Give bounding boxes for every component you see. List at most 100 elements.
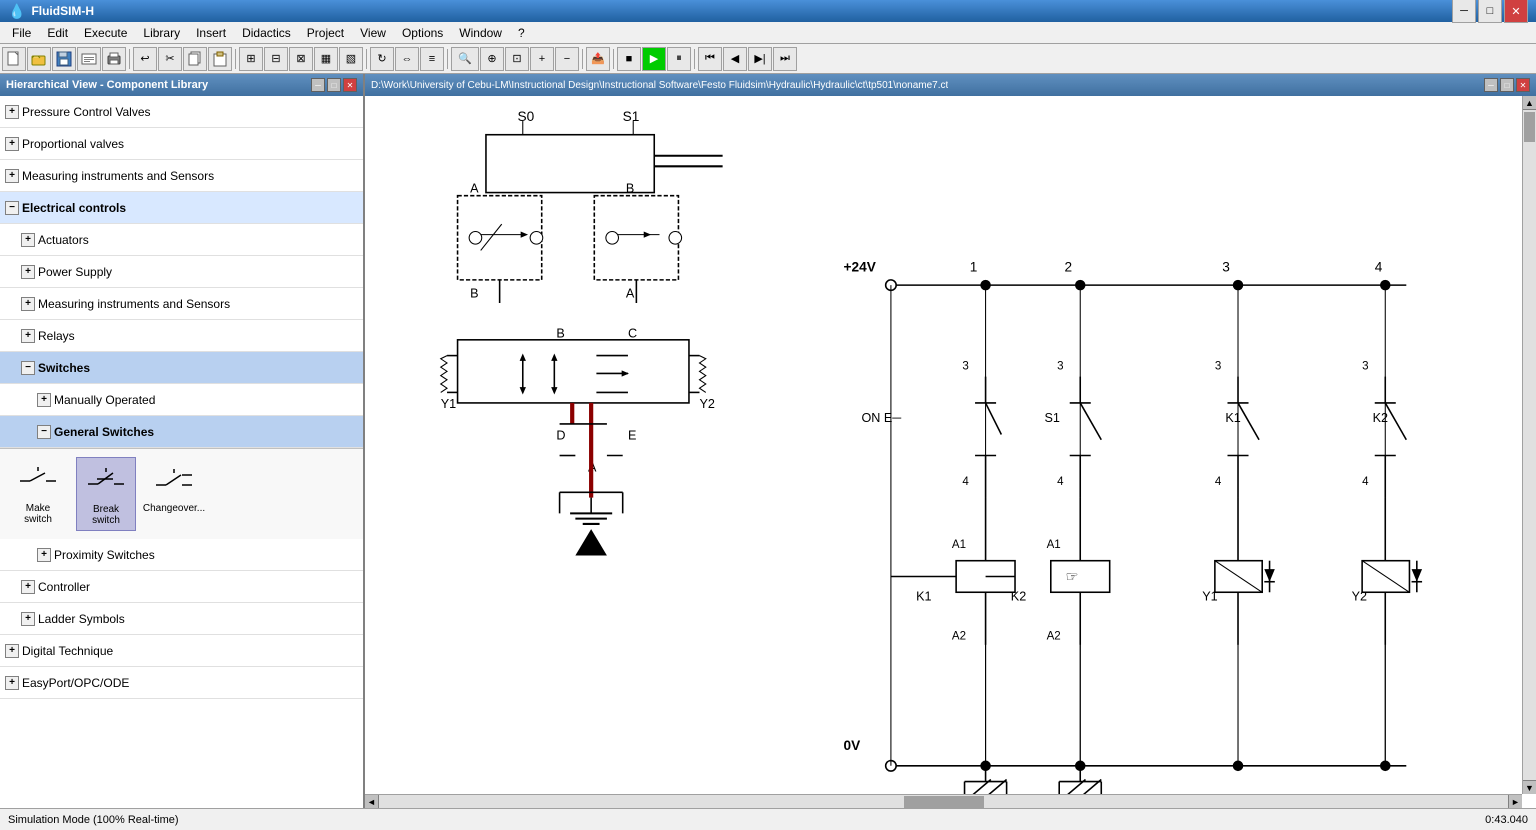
play-button[interactable]: ▶ [642,47,666,71]
tree-toggle-digital[interactable]: + [4,643,20,659]
svg-text:K2: K2 [1373,411,1388,425]
rotate-button[interactable]: ↻ [370,47,394,71]
tree-toggle-manually[interactable]: + [36,392,52,408]
group-button[interactable]: ▦ [314,47,338,71]
tree-item-easyport[interactable]: + EasyPort/OPC/ODE [0,667,363,699]
tree-item-proportional[interactable]: + Proportional valves [0,128,363,160]
new-button[interactable] [2,47,26,71]
make-switch-label: Make switch [12,503,64,525]
tree-toggle-proportional[interactable]: + [4,136,20,152]
menu-file[interactable]: File [4,22,39,43]
menu-view[interactable]: View [352,22,394,43]
align-left-button[interactable]: ⊞ [239,47,263,71]
paste-button[interactable] [208,47,232,71]
s0-label: S0 [518,109,535,124]
step-back-button[interactable]: ◀ [723,47,747,71]
tree-item-digital[interactable]: + Digital Technique [0,635,363,667]
tree-item-manually[interactable]: + Manually Operated [0,384,363,416]
tree-item-proximity[interactable]: + Proximity Switches [0,539,363,571]
tree-toggle-switches[interactable]: − [20,360,36,376]
menu-execute[interactable]: Execute [76,22,135,43]
align-right-button[interactable]: ⊠ [289,47,313,71]
tree-toggle-ladder[interactable]: + [20,611,36,627]
tree-toggle-measuring-top[interactable]: + [4,168,20,184]
maximize-button[interactable]: □ [1478,0,1502,23]
copy-button[interactable] [183,47,207,71]
svg-text:A: A [626,287,635,301]
svg-text:B: B [470,287,478,301]
ungroup-button[interactable]: ▧ [339,47,363,71]
menu-insert[interactable]: Insert [188,22,234,43]
tree-toggle-pressure[interactable]: + [4,104,20,120]
zoom-minus-button[interactable]: − [555,47,579,71]
tree-item-switches[interactable]: − Switches [0,352,363,384]
save-button[interactable] [52,47,76,71]
align2-button[interactable]: ≡ [420,47,444,71]
export-button[interactable]: 📤 [586,47,610,71]
tree-toggle-easyport[interactable]: + [4,675,20,691]
menu-options[interactable]: Options [394,22,451,43]
separator-1 [129,49,130,69]
changeover-icon [149,461,199,501]
make-switch-item[interactable]: Make switch [8,457,68,531]
step-fwd-button[interactable]: ▶| [748,47,772,71]
zoom-plus-button[interactable]: + [530,47,554,71]
tree-item-electrical[interactable]: − Electrical controls [0,192,363,224]
tree-toggle-general[interactable]: − [36,424,52,440]
break-switch-icon [81,462,131,502]
diagram-minimize[interactable]: ─ [1484,78,1498,92]
menu-help[interactable]: ? [510,22,533,43]
tree-item-general[interactable]: − General Switches [0,416,363,448]
tree-item-actuators[interactable]: + Actuators [0,224,363,256]
mirror-button[interactable]: ⇔ [395,47,419,71]
menu-edit[interactable]: Edit [39,22,76,43]
changeover-item[interactable]: Changeover... [144,457,204,531]
library-close[interactable]: ✕ [343,78,357,92]
zoom-fit-button[interactable]: ⊡ [505,47,529,71]
menu-didactics[interactable]: Didactics [234,22,299,43]
align-center-button[interactable]: ⊟ [264,47,288,71]
separator-6 [613,49,614,69]
diagram-area[interactable]: ▲ ▼ ◄ ► S0 S1 [365,96,1536,808]
print-preview-button[interactable] [77,47,101,71]
tree-label-relays: Relays [38,329,75,343]
tree-item-power-supply[interactable]: + Power Supply [0,256,363,288]
diagram-maximize[interactable]: □ [1500,78,1514,92]
tree-toggle-relays[interactable]: + [20,328,36,344]
tree-toggle-proximity[interactable]: + [36,547,52,563]
separator-7 [694,49,695,69]
break-switch-item[interactable]: Break switch [76,457,136,531]
tree-item-relays[interactable]: + Relays [0,320,363,352]
tree-toggle-electrical[interactable]: − [4,200,20,216]
skip-back-button[interactable]: ⏮ [698,47,722,71]
tree-toggle-measuring[interactable]: + [20,296,36,312]
tree-item-pressure-control[interactable]: + Pressure Control Valves [0,96,363,128]
cut-button[interactable]: ✂ [158,47,182,71]
stop-button[interactable]: ■ [617,47,641,71]
tree-item-controller[interactable]: + Controller [0,571,363,603]
tree-item-measuring[interactable]: + Measuring instruments and Sensors [0,288,363,320]
library-maximize[interactable]: □ [327,78,341,92]
pause-button[interactable]: ⏸ [667,47,691,71]
library-minimize[interactable]: ─ [311,78,325,92]
tree-label-easyport: EasyPort/OPC/ODE [22,676,129,690]
tree-item-measuring-top[interactable]: + Measuring instruments and Sensors [0,160,363,192]
tree-toggle-actuators[interactable]: + [20,232,36,248]
svg-text:ON E─: ON E─ [861,411,901,425]
open-button[interactable] [27,47,51,71]
print-button[interactable] [102,47,126,71]
zoom-box-button[interactable]: 🔍 [451,47,479,71]
menu-window[interactable]: Window [451,22,510,43]
undo-button[interactable]: ↩ [133,47,157,71]
zoom-in-button[interactable]: ⊕ [480,47,504,71]
skip-fwd-button[interactable]: ⏭ [773,47,797,71]
tree-toggle-controller[interactable]: + [20,579,36,595]
svg-text:A1: A1 [1047,539,1061,551]
diagram-close[interactable]: ✕ [1516,78,1530,92]
minimize-button[interactable]: ─ [1452,0,1476,23]
menu-library[interactable]: Library [135,22,188,43]
tree-item-ladder[interactable]: + Ladder Symbols [0,603,363,635]
close-button[interactable]: ✕ [1504,0,1528,23]
menu-project[interactable]: Project [299,22,352,43]
tree-toggle-power-supply[interactable]: + [20,264,36,280]
